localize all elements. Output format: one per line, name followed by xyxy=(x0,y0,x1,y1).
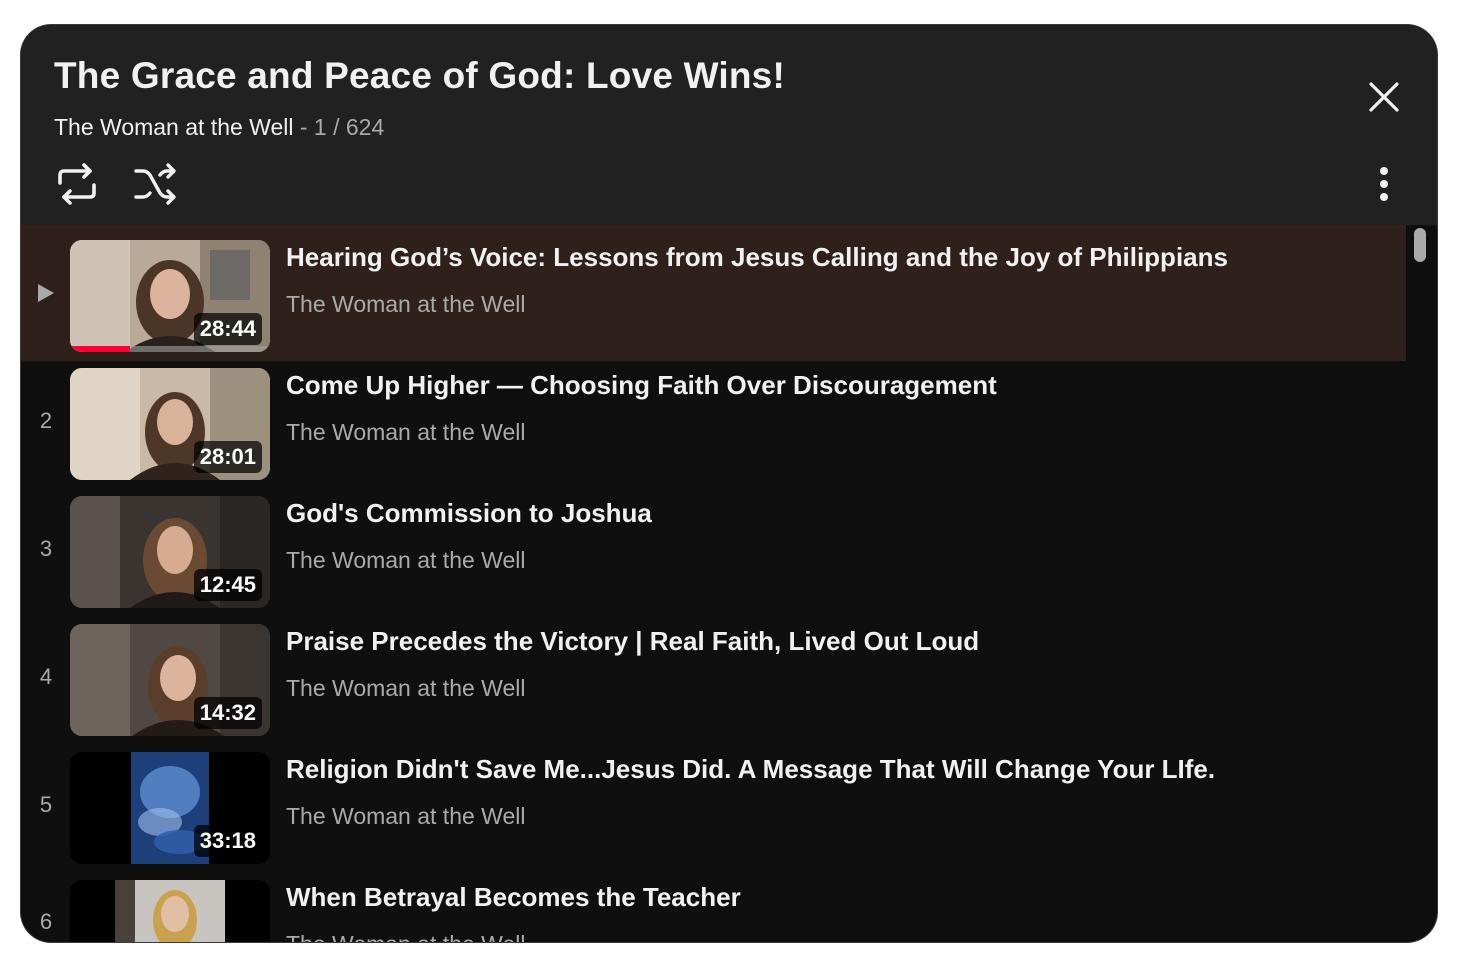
item-index: 6 xyxy=(39,909,53,934)
loop-button[interactable] xyxy=(49,156,105,212)
more-vert-icon xyxy=(1380,167,1388,201)
playlist-panel: The Grace and Peace of God: Love Wins! T… xyxy=(21,25,1437,942)
playlist-position: - 1 / 624 xyxy=(299,114,385,140)
play-triangle-icon xyxy=(38,284,54,302)
more-options-button[interactable] xyxy=(1356,156,1412,212)
playlist-subtitle: The Woman at the Well - 1 / 624 xyxy=(54,114,384,141)
loop-icon xyxy=(58,163,96,205)
shuffle-icon xyxy=(134,163,176,205)
video-thumbnail[interactable]: 14:32 xyxy=(70,624,270,736)
shuffle-button[interactable] xyxy=(128,156,184,212)
playlist-channel[interactable]: The Woman at the Well xyxy=(54,114,293,140)
item-index: 3 xyxy=(39,536,53,561)
video-title[interactable]: Praise Precedes the Victory | Real Faith… xyxy=(286,626,979,657)
video-thumbnail[interactable] xyxy=(70,880,270,942)
item-index: 4 xyxy=(39,664,53,689)
video-channel[interactable]: The Woman at the Well xyxy=(286,675,525,702)
video-title[interactable]: Hearing God’s Voice: Lessons from Jesus … xyxy=(286,242,1228,273)
video-channel[interactable]: The Woman at the Well xyxy=(286,803,525,830)
video-title[interactable]: Religion Didn't Save Me...Jesus Did. A M… xyxy=(286,754,1215,785)
watch-progress-fill xyxy=(70,346,130,352)
video-duration: 28:44 xyxy=(193,313,262,345)
video-thumbnail[interactable]: 12:45 xyxy=(70,496,270,608)
playlist-item[interactable]: 6 When Betrayal Becomes the Teacher The … xyxy=(21,865,1406,942)
playlist-item[interactable]: 28:44 Hearing God’s Voice: Lessons from … xyxy=(21,225,1406,361)
thumbnail-image xyxy=(70,880,270,942)
watch-progress-track xyxy=(70,346,270,352)
playlist-item[interactable]: 4 14:32 Praise Precedes the Victory | Re… xyxy=(21,609,1406,745)
video-channel[interactable]: The Woman at the Well xyxy=(286,931,525,942)
scrollbar-thumb[interactable] xyxy=(1414,228,1426,262)
video-thumbnail[interactable]: 28:44 xyxy=(70,240,270,352)
video-duration: 33:18 xyxy=(193,825,262,857)
playlist-item[interactable]: 5 33:18 Religion Didn't Save Me...Jesus … xyxy=(21,737,1406,873)
playlist-item[interactable]: 3 12:45 God's Commission to Joshua The W… xyxy=(21,481,1406,617)
item-index: 5 xyxy=(39,792,53,817)
video-duration: 14:32 xyxy=(193,697,262,729)
video-channel[interactable]: The Woman at the Well xyxy=(286,547,525,574)
video-thumbnail[interactable]: 33:18 xyxy=(70,752,270,864)
video-title[interactable]: When Betrayal Becomes the Teacher xyxy=(286,882,741,913)
video-channel[interactable]: The Woman at the Well xyxy=(286,419,525,446)
video-title[interactable]: God's Commission to Joshua xyxy=(286,498,652,529)
item-index: 2 xyxy=(39,408,53,433)
video-duration: 12:45 xyxy=(193,569,262,601)
playlist-items: 28:44 Hearing God’s Voice: Lessons from … xyxy=(21,225,1437,942)
playlist-title[interactable]: The Grace and Peace of God: Love Wins! xyxy=(54,55,785,97)
video-channel[interactable]: The Woman at the Well xyxy=(286,291,525,318)
video-thumbnail[interactable]: 28:01 xyxy=(70,368,270,480)
playlist-header: The Grace and Peace of God: Love Wins! T… xyxy=(21,25,1437,225)
close-button[interactable] xyxy=(1356,69,1412,125)
video-title[interactable]: Come Up Higher — Choosing Faith Over Dis… xyxy=(286,370,997,401)
playlist-item[interactable]: 2 28:01 Come Up Higher — Choosing Faith … xyxy=(21,353,1406,489)
close-icon xyxy=(1369,82,1399,112)
video-duration: 28:01 xyxy=(193,441,262,473)
now-playing-indicator xyxy=(21,225,71,361)
